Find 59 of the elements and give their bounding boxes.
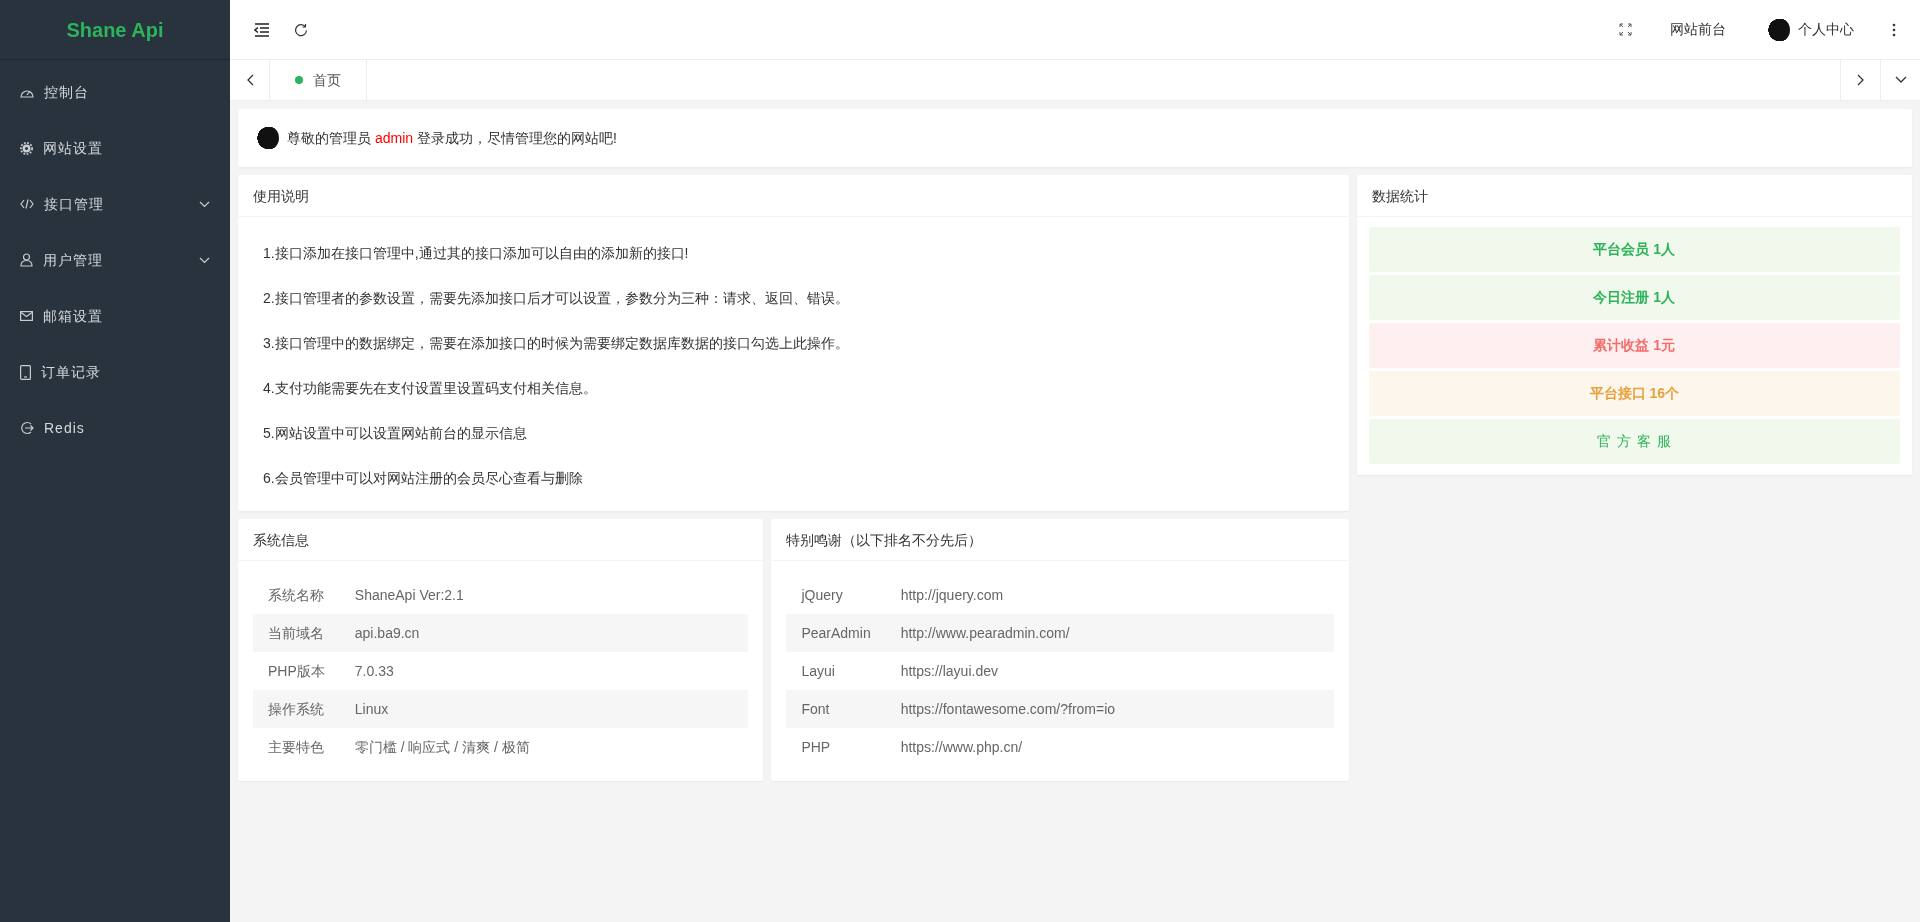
- table-cell: https://layui.dev: [885, 652, 1334, 690]
- instruction-line: 2.接口管理者的参数设置，需要先添加接口后才可以设置，参数分为三种：请求、返回、错误。: [263, 289, 850, 308]
- phone-icon: [20, 364, 31, 380]
- instruction-line: 1.接口添加在接口管理中,通过其的接口添加可以自由的添加新的接口!: [263, 244, 690, 263]
- frontend-link[interactable]: 网站前台: [1670, 19, 1726, 40]
- card-title: 数据统计: [1356, 175, 1912, 217]
- sidebar-item[interactable]: 网站设置: [0, 120, 230, 176]
- instruction-line: 3.接口管理中的数据绑定，需要在添加接口的时候为需要绑定数据库数据的接口勾选上此操作。: [263, 334, 850, 353]
- table-cell: jQuery: [786, 576, 886, 614]
- user-menu[interactable]: 个人中心: [1798, 19, 1854, 40]
- table-cell: PHP版本: [253, 652, 340, 690]
- table-cell: Layui: [786, 652, 886, 690]
- user-icon: [20, 253, 33, 267]
- code-icon: [20, 199, 34, 209]
- welcome-message: 尊敬的管理员 admin 登录成功，尽情管理您的网站吧!: [287, 128, 617, 148]
- table-cell: 当前域名: [253, 614, 340, 652]
- tab[interactable]: 首页: [270, 60, 367, 100]
- exit-icon: [20, 421, 34, 435]
- table-cell: http://jquery.com: [885, 576, 1334, 614]
- table-cell: 操作系统: [253, 690, 340, 728]
- table-cell: api.ba9.cn: [339, 614, 749, 652]
- stat-banner: 今日注册 1人: [1368, 275, 1900, 320]
- sidebar-item[interactable]: Redis: [0, 400, 230, 456]
- table-cell: 7.0.33: [339, 652, 749, 690]
- table-cell: https://fontawesome.com/?from=io: [885, 690, 1334, 728]
- table-cell: PHP: [786, 728, 886, 766]
- table-cell: Linux: [339, 690, 749, 728]
- mail-icon: [20, 311, 33, 321]
- status-dot: [295, 76, 303, 84]
- table-cell: 零门槛 / 响应式 / 清爽 / 极简: [339, 728, 749, 766]
- table-cell: Font: [786, 690, 886, 728]
- settings-icon: [20, 141, 33, 155]
- card-title: 特别鸣谢（以下排名不分先后）: [771, 519, 1349, 561]
- chevron-down-icon: [199, 256, 210, 264]
- table-cell: 系统名称: [253, 576, 340, 614]
- table-cell: https://www.php.cn/: [885, 728, 1334, 766]
- instruction-line: 5.网站设置中可以设置网站前台的显示信息: [263, 424, 528, 443]
- more-icon[interactable]: [1892, 22, 1896, 37]
- sidebar-item[interactable]: 控制台: [0, 64, 230, 120]
- table-cell: 主要特色: [253, 728, 340, 766]
- chevron-down-icon: [199, 200, 210, 208]
- stat-banner: 平台接口 16个: [1368, 371, 1900, 416]
- card-title: 系统信息: [238, 519, 764, 561]
- menu-icon[interactable]: [254, 22, 270, 37]
- card-title: 使用说明: [238, 175, 1349, 217]
- table-cell: ShaneApi Ver:2.1: [339, 576, 749, 614]
- logo-text: Shane Api: [66, 17, 164, 43]
- table-cell: http://www.pearadmin.com/: [885, 614, 1334, 652]
- refresh-icon[interactable]: [294, 22, 308, 37]
- instruction-line: 4.支付功能需要先在支付设置里设置码支付相关信息。: [263, 379, 598, 398]
- sidebar-item[interactable]: 邮箱设置: [0, 288, 230, 344]
- fullscreen-icon[interactable]: [1619, 23, 1632, 36]
- stat-banner: 累计收益 1元: [1368, 323, 1900, 368]
- table-cell: PearAdmin: [786, 614, 886, 652]
- instruction-line: 6.会员管理中可以对网站注册的会员尽心查看与删除: [263, 469, 584, 488]
- sidebar-item[interactable]: 用户管理: [0, 232, 230, 288]
- sidebar-item[interactable]: 接口管理: [0, 176, 230, 232]
- sidebar-item[interactable]: 订单记录: [0, 344, 230, 400]
- stat-banner: 平台会员 1人: [1368, 227, 1900, 272]
